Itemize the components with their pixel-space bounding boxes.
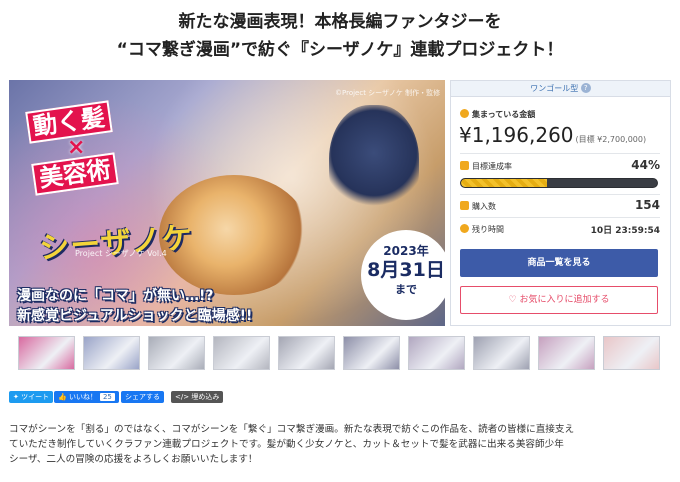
- hero-deadline-until: まで: [395, 283, 417, 296]
- rate-value: 44%: [631, 158, 660, 172]
- tweet-label: ツイート: [21, 393, 50, 401]
- thumb-3[interactable]: [148, 336, 205, 370]
- remaining-value: 10日 23:59:54: [590, 226, 660, 236]
- remaining-label: 残り時間: [472, 225, 504, 234]
- hero-project-label: Project シーザノケ Vol.4: [75, 249, 167, 258]
- funds-label: 集まっている金額: [460, 109, 535, 120]
- flag-icon: [460, 161, 469, 170]
- thumb-4[interactable]: [213, 336, 270, 370]
- description-line2: ていただき制作していくクラファン連載プロジェクトです。髪が動く少女ノケと、カット…: [9, 439, 564, 450]
- progress-bar: [460, 178, 658, 188]
- buyers-row: 購入数 154: [460, 198, 660, 212]
- project-description: コマがシーンを「割る」のではなく、コマがシーンを「繋ぐ」コマ繋ぎ漫画。新たな表現…: [9, 422, 671, 467]
- buyers-value: 154: [634, 198, 660, 212]
- hero-credit: ©Project シーザノケ 制作・監修: [335, 89, 441, 97]
- hero-deadline: 2023年 8月31日 まで: [361, 230, 445, 320]
- thumb-8[interactable]: [473, 336, 530, 370]
- code-icon: </>: [175, 393, 190, 401]
- hero-badge-bottom: 美容術: [31, 152, 119, 196]
- embed-label: 埋め込み: [191, 393, 220, 401]
- thumb-10[interactable]: [603, 336, 660, 370]
- thumb-7[interactable]: [408, 336, 465, 370]
- view-products-button[interactable]: 商品一覧を見る: [460, 249, 658, 277]
- add-favorite-label: お気に入りに追加する: [519, 295, 610, 305]
- thumb-9[interactable]: [538, 336, 595, 370]
- funding-panel: ワンゴール型 ? 集まっている金額 ¥1,196,260 (目標 ¥2,700,0…: [450, 80, 671, 326]
- funds-amount: ¥1,196,260 (目標 ¥2,700,000): [459, 123, 646, 147]
- hero-badge-top: 動く髪: [25, 100, 113, 144]
- twitter-icon: ✦: [13, 393, 19, 401]
- thumbnail-strip: [18, 336, 662, 370]
- thumb-1[interactable]: [18, 336, 75, 370]
- progress-fill: [461, 179, 548, 187]
- like-button[interactable]: 👍 いいね！ 25: [54, 391, 119, 403]
- like-label: いいね！: [68, 393, 97, 401]
- thumb-6[interactable]: [343, 336, 400, 370]
- clock-icon: [460, 224, 469, 233]
- divider: [460, 194, 660, 195]
- tweet-button[interactable]: ✦ ツイート: [9, 391, 54, 403]
- description-line1: コマがシーンを「割る」のではなく、コマがシーンを「繋ぐ」コマ繋ぎ漫画。新たな表現…: [9, 424, 575, 435]
- description-line3: シーザ、二人の冒険の応援をよろしくお願いいたします！: [9, 454, 258, 465]
- hero-character-boy: [329, 105, 419, 225]
- buyers-label: 購入数: [472, 202, 496, 211]
- thumb-5[interactable]: [278, 336, 335, 370]
- like-count: 25: [99, 393, 115, 401]
- embed-button[interactable]: </> 埋め込み: [171, 391, 224, 403]
- hero-deadline-day: 8月31日: [367, 259, 445, 281]
- hero-deadline-year: 2023年: [383, 244, 429, 258]
- hero-image[interactable]: ©Project シーザノケ 制作・監修 動く髪 × 美容術 シーザノケ Pro…: [9, 80, 445, 326]
- divider: [460, 153, 660, 154]
- thumbs-up-icon: 👍: [58, 393, 67, 401]
- funding-type: ワンゴール型 ?: [451, 81, 670, 97]
- funds-value: ¥1,196,260: [459, 123, 574, 147]
- share-button[interactable]: シェアする: [121, 391, 164, 403]
- rate-row: 目標達成率 44%: [460, 158, 660, 172]
- coin-icon: [460, 109, 469, 118]
- thumb-2[interactable]: [83, 336, 140, 370]
- hero-caption-line2: 新感覚ビジュアルショックと臨場感!!: [17, 308, 253, 324]
- hero-badge-group: 動く髪 × 美容術: [25, 100, 127, 196]
- funds-label-text: 集まっている金額: [472, 110, 536, 119]
- page-title: 新たな漫画表現！本格長編ファンタジーを “コマ繋ぎ漫画”で紡ぐ『シーザノケ』連載…: [0, 8, 680, 64]
- heart-icon: ♡: [508, 295, 517, 305]
- page-title-line2: “コマ繋ぎ漫画”で紡ぐ『シーザノケ』連載プロジェクト！: [116, 40, 564, 60]
- help-icon[interactable]: ?: [580, 83, 591, 93]
- divider: [460, 217, 660, 218]
- ticket-icon: [460, 201, 469, 210]
- rate-label: 目標達成率: [472, 162, 512, 171]
- page-title-line1: 新たな漫画表現！本格長編ファンタジーを: [178, 12, 502, 32]
- hero-caption-line1: 漫画なのに「コマ」が無い…!?: [17, 288, 214, 304]
- add-favorite-button[interactable]: ♡ お気に入りに追加する: [460, 286, 658, 314]
- funds-goal: (目標 ¥2,700,000): [575, 135, 647, 144]
- remaining-row: 残り時間 10日 23:59:54: [460, 224, 660, 236]
- funding-type-label: ワンゴール型: [530, 84, 579, 93]
- hero-badge-x: ×: [67, 135, 86, 160]
